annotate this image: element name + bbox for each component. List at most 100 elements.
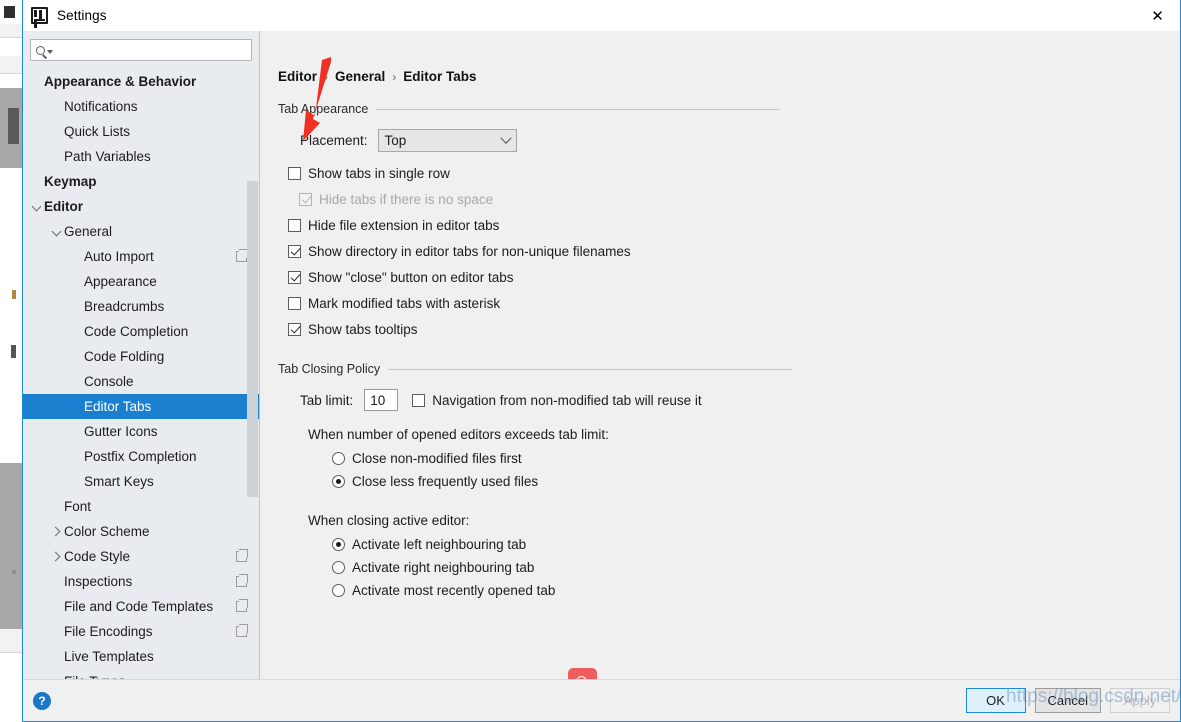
sidebar-item-gutter-icons[interactable]: Gutter Icons <box>23 419 259 444</box>
tree-spacer <box>71 425 84 438</box>
radio-row[interactable]: Close less frequently used files <box>332 470 1162 493</box>
backdrop-scroll-1 <box>8 108 19 144</box>
sidebar-item-file-and-code-templates[interactable]: File and Code Templates <box>23 594 259 619</box>
tab-limit-input[interactable]: 10 <box>364 389 398 411</box>
radio-row[interactable]: Activate most recently opened tab <box>332 579 1162 602</box>
search-input[interactable] <box>57 41 251 59</box>
sidebar-item-auto-import[interactable]: Auto Import <box>23 244 259 269</box>
settings-sidebar: Appearance & Behavior Notifications Quick … <box>23 31 260 679</box>
checkbox-show-tabs-in-single-row[interactable] <box>288 167 301 180</box>
checkbox-row[interactable]: Show directory in editor tabs for non-un… <box>288 238 1162 264</box>
checkbox-row[interactable]: Show "close" button on editor tabs <box>288 264 1162 290</box>
sidebar-item-inspections[interactable]: Inspections <box>23 569 259 594</box>
checkbox-row[interactable]: Show tabs tooltips <box>288 316 1162 342</box>
sidebar-item-label: Smart Keys <box>84 474 154 489</box>
backdrop-panel-2 <box>0 463 24 629</box>
sidebar-item-quick-lists[interactable]: Quick Lists <box>23 119 259 144</box>
chevron-right-icon[interactable] <box>51 550 64 563</box>
radio-row[interactable]: Close non-modified files first <box>332 447 1162 470</box>
closing-label: When closing active editor: <box>308 513 1162 528</box>
project-scope-icon <box>236 551 247 562</box>
tree-spacer <box>31 175 44 188</box>
sidebar-item-label: Quick Lists <box>64 124 130 139</box>
sidebar-item-file-encodings[interactable]: File Encodings <box>23 619 259 644</box>
breadcrumb: Editor › General › Editor Tabs <box>278 69 1162 84</box>
close-icon[interactable]: ✕ <box>1135 0 1180 31</box>
tab-appearance-header: Tab Appearance <box>278 102 1162 116</box>
breadcrumb-editor-tabs[interactable]: Editor Tabs <box>403 69 476 84</box>
sidebar-item-label: Console <box>84 374 134 389</box>
sidebar-item-label: Font <box>64 499 91 514</box>
checkbox-row[interactable]: Show tabs in single row <box>288 160 1162 186</box>
sidebar-item-smart-keys[interactable]: Smart Keys <box>23 469 259 494</box>
sidebar-item-appearance[interactable]: Appearance <box>23 269 259 294</box>
sidebar-item-keymap[interactable]: Keymap <box>23 169 259 194</box>
sidebar-item-general[interactable]: General <box>23 219 259 244</box>
tree-spacer <box>71 475 84 488</box>
checkbox-show-close-button-on-editor-tabs[interactable] <box>288 271 301 284</box>
sidebar-item-postfix-completion[interactable]: Postfix Completion <box>23 444 259 469</box>
breadcrumb-editor[interactable]: Editor <box>278 69 317 84</box>
radio-activate-right-neighbouring-tab[interactable] <box>332 561 345 574</box>
sidebar-item-font[interactable]: Font <box>23 494 259 519</box>
sidebar-item-label: Appearance & Behavior <box>44 74 196 89</box>
sidebar-item-code-folding[interactable]: Code Folding <box>23 344 259 369</box>
tab-closing-header: Tab Closing Policy <box>278 362 1162 376</box>
chevron-down-icon[interactable] <box>47 50 53 54</box>
sidebar-item-breadcrumbs[interactable]: Breadcrumbs <box>23 294 259 319</box>
sidebar-item-label: Code Folding <box>84 349 164 364</box>
search-box[interactable] <box>30 39 252 61</box>
chevron-down-icon[interactable] <box>51 225 64 238</box>
sidebar-item-label: Postfix Completion <box>84 449 197 464</box>
sidebar-item-editor[interactable]: Editor <box>23 194 259 219</box>
sidebar-scrollbar[interactable] <box>247 181 258 497</box>
tree-spacer <box>71 275 84 288</box>
radio-label: Activate left neighbouring tab <box>352 537 526 552</box>
project-scope-icon <box>236 576 247 587</box>
checkbox-row[interactable]: Hide file extension in editor tabs <box>288 212 1162 238</box>
radio-activate-left-neighbouring-tab[interactable] <box>332 538 345 551</box>
checkbox-show-directory-in-editor-tabs-for-non-unique-filenames[interactable] <box>288 245 301 258</box>
breadcrumb-general[interactable]: General <box>335 69 385 84</box>
sidebar-item-path-variables[interactable]: Path Variables <box>23 144 259 169</box>
checkbox-mark-modified-tabs-with-asterisk[interactable] <box>288 297 301 310</box>
ok-button[interactable]: OK <box>966 688 1026 713</box>
checkbox-label: Show directory in editor tabs for non-un… <box>308 244 631 259</box>
project-scope-icon <box>236 601 247 612</box>
sidebar-item-code-style[interactable]: Code Style <box>23 544 259 569</box>
checkbox-row[interactable]: Mark modified tabs with asterisk <box>288 290 1162 316</box>
sidebar-item-notifications[interactable]: Notifications <box>23 94 259 119</box>
sidebar-item-label: Breadcrumbs <box>84 299 164 314</box>
tree-spacer <box>51 625 64 638</box>
tree-spacer <box>71 325 84 338</box>
apply-button: Apply <box>1110 688 1170 713</box>
radio-activate-most-recently-opened-tab[interactable] <box>332 584 345 597</box>
reuse-tab-checkbox[interactable] <box>412 394 425 407</box>
sidebar-search-wrap <box>23 31 259 67</box>
sidebar-item-label: Live Templates <box>64 649 154 664</box>
cancel-button[interactable]: Cancel <box>1035 688 1101 713</box>
checkbox-label: Show tabs tooltips <box>308 322 418 337</box>
placement-dropdown[interactable]: Top <box>378 129 517 152</box>
sidebar-item-file-types[interactable]: File Types <box>23 669 259 679</box>
sidebar-item-appearance-behavior[interactable]: Appearance & Behavior <box>23 69 259 94</box>
radio-close-non-modified-files-first[interactable] <box>332 452 345 465</box>
radio-row[interactable]: Activate right neighbouring tab <box>332 556 1162 579</box>
tree-spacer <box>51 150 64 163</box>
sidebar-item-console[interactable]: Console <box>23 369 259 394</box>
chevron-down-icon[interactable] <box>31 200 44 213</box>
radio-row[interactable]: Activate left neighbouring tab <box>332 533 1162 556</box>
sidebar-item-live-templates[interactable]: Live Templates <box>23 644 259 669</box>
tab-appearance-group: Tab Appearance Placement: Top Show tabs … <box>278 102 1162 342</box>
sidebar-item-editor-tabs[interactable]: Editor Tabs <box>23 394 259 419</box>
checkbox-show-tabs-tooltips[interactable] <box>288 323 301 336</box>
chevron-right-icon[interactable] <box>51 525 64 538</box>
sidebar-item-code-completion[interactable]: Code Completion <box>23 319 259 344</box>
radio-close-less-frequently-used-files[interactable] <box>332 475 345 488</box>
checkbox-hide-file-extension-in-editor-tabs[interactable] <box>288 219 301 232</box>
sidebar-item-color-scheme[interactable]: Color Scheme <box>23 519 259 544</box>
settings-tree[interactable]: Appearance & Behavior Notifications Quick … <box>23 67 259 679</box>
project-scope-icon <box>236 251 247 262</box>
help-icon[interactable]: ? <box>33 692 51 710</box>
tree-spacer <box>71 450 84 463</box>
